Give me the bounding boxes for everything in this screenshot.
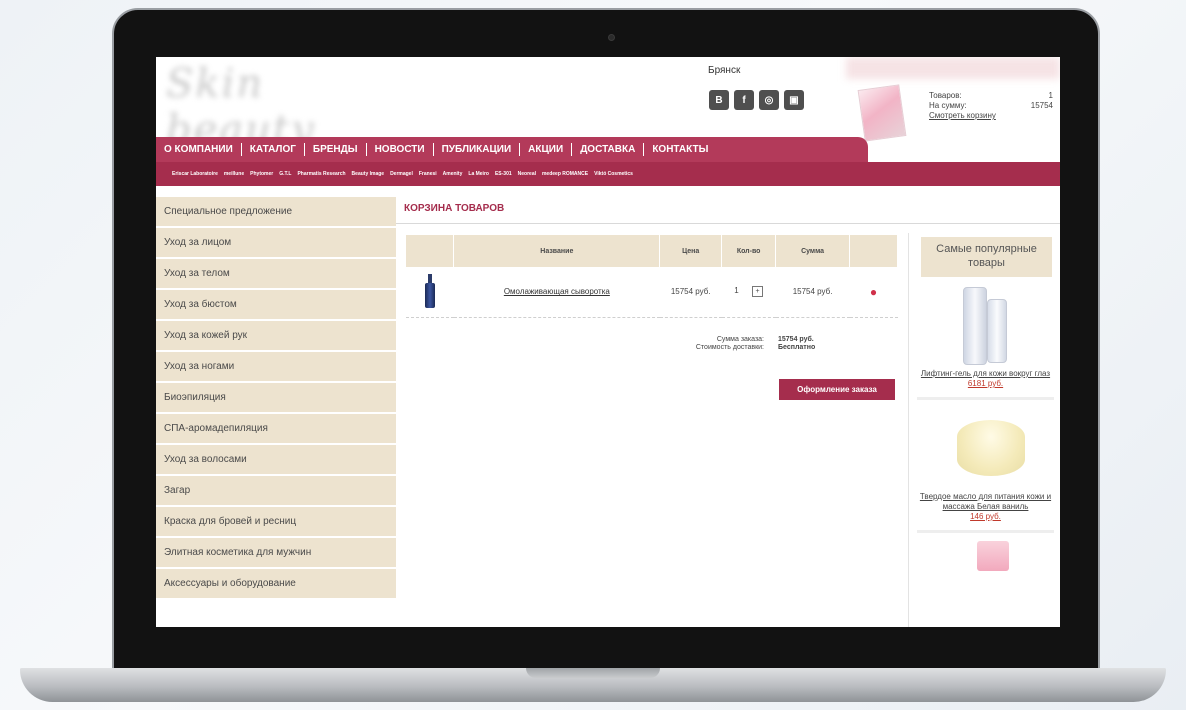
order-sum-value: 15754 руб.	[778, 336, 814, 343]
brand-link[interactable]: Eriscar Laboratoire	[172, 171, 218, 177]
delivery-label: Стоимость доставки:	[695, 344, 764, 351]
category-sidebar: Специальное предложение Уход за лицом Ух…	[156, 197, 396, 600]
item-price: 15754 руб.	[659, 267, 722, 318]
item-qty-cell: 1 +	[721, 267, 776, 318]
order-sum-label: Сумма заказа:	[716, 336, 764, 343]
brand-link[interactable]: Amenity	[443, 171, 463, 177]
qty-stepper[interactable]: +	[752, 286, 764, 298]
sidebar-item-bio-epilation[interactable]: Биоэпиляция	[156, 383, 396, 412]
nav-item-news[interactable]: НОВОСТИ	[367, 143, 434, 156]
brand-link[interactable]: Dermagel	[390, 171, 413, 177]
cart-product-image	[857, 84, 907, 142]
brand-link[interactable]: meillune	[224, 171, 244, 177]
browser-screen: Skin beauty Брянск В f ◎ ▣ Товаров: 1 На …	[156, 57, 1060, 627]
brand-link[interactable]: Beauty Image	[352, 171, 385, 177]
brand-link[interactable]: Neoreal	[518, 171, 536, 177]
table-header-qty: Кол-во	[721, 235, 777, 267]
brand-bar: Eriscar Laboratoire meillune Phytomer G.…	[156, 162, 1060, 186]
cart-sum-value: 15754	[1030, 101, 1053, 110]
header-phone-blur	[846, 57, 1060, 79]
table-header-image	[406, 235, 455, 267]
brand-link[interactable]: Viktó Cosmetics	[594, 171, 633, 177]
sidebar-item-special-offer[interactable]: Специальное предложение	[156, 197, 396, 226]
vk-icon[interactable]: В	[709, 90, 729, 110]
odnoklassniki-icon[interactable]: ◎	[759, 90, 779, 110]
product-image[interactable]	[917, 400, 1054, 492]
product-image[interactable]	[917, 277, 1054, 369]
popular-item: Лифтинг-гель для кожи вокруг глаз 6181 р…	[917, 277, 1054, 400]
brand-link[interactable]: Franesi	[419, 171, 437, 177]
qty-value[interactable]: 1	[734, 286, 738, 295]
delivery-value: Бесплатно	[778, 344, 816, 351]
title-divider	[396, 223, 1060, 224]
product-image[interactable]	[917, 533, 1054, 625]
popular-item-price[interactable]: 146 руб.	[917, 512, 1054, 522]
popular-item-link[interactable]: Лифтинг-гель для кожи вокруг глаз	[917, 369, 1054, 379]
camera-icon	[608, 34, 615, 41]
item-sum: 15754 руб.	[775, 267, 850, 318]
brand-link[interactable]: medeep ROMANCE	[542, 171, 588, 177]
facebook-icon[interactable]: f	[734, 90, 754, 110]
laptop-notch	[526, 668, 660, 678]
brand-link[interactable]: Phytomer	[250, 171, 273, 177]
cart-sum-label: На сумму:	[929, 101, 967, 110]
main-nav: О КОМПАНИИ КАТАЛОГ БРЕНДЫ НОВОСТИ ПУБЛИК…	[156, 137, 868, 162]
popular-item-price[interactable]: 6181 руб.	[917, 379, 1054, 389]
cart-summary: Товаров: 1 На сумму: 15754 Смотреть корзин…	[929, 91, 1053, 120]
table-header-name: Название	[453, 235, 661, 267]
popular-item-link[interactable]: Твердое масло для питания кожи и массажа…	[917, 492, 1054, 512]
brand-link[interactable]: Pharmatis Research	[297, 171, 345, 177]
popular-item: Твердое масло для питания кожи и массажа…	[917, 400, 1054, 533]
sidebar-item-accessories[interactable]: Аксессуары и оборудование	[156, 569, 396, 598]
site-logo[interactable]: Skin beauty	[166, 61, 416, 153]
table-header-remove	[849, 235, 898, 267]
sidebar-item-brow-dye[interactable]: Краска для бровей и ресниц	[156, 507, 396, 536]
remove-item-icon[interactable]: ●	[870, 285, 877, 299]
popular-title: Самые популярные товары	[921, 237, 1052, 277]
brand-link[interactable]: G.T.L	[279, 171, 291, 177]
nav-item-company[interactable]: О КОМПАНИИ	[156, 143, 242, 156]
nav-item-delivery[interactable]: ДОСТАВКА	[572, 143, 645, 156]
mail-icon[interactable]: ▣	[784, 90, 804, 110]
nav-item-promotions[interactable]: АКЦИИ	[520, 143, 573, 156]
order-totals: Сумма заказа: 15754 руб. Стоимость достав…	[656, 336, 848, 352]
social-links: В f ◎ ▣	[709, 90, 804, 110]
cart-table: Название Цена Кол-во Сумма Омолаживающая…	[406, 235, 898, 318]
nav-item-catalog[interactable]: КАТАЛОГ	[242, 143, 305, 156]
page-title: КОРЗИНА ТОВАРОВ	[404, 203, 505, 214]
nav-item-brands[interactable]: БРЕНДЫ	[305, 143, 367, 156]
popular-products: Самые популярные товары Лифтинг-гель для…	[908, 233, 1060, 627]
product-thumbnail[interactable]	[406, 267, 454, 318]
checkout-button[interactable]: Оформление заказа	[779, 379, 895, 400]
table-row: Омолаживающая сыворотка 15754 руб. 1 + 1…	[406, 267, 898, 318]
brand-link[interactable]: ES-301	[495, 171, 512, 177]
product-link[interactable]: Омолаживающая сыворотка	[504, 287, 610, 296]
sidebar-item-hand-care[interactable]: Уход за кожей рук	[156, 321, 396, 350]
table-header-price: Цена	[659, 235, 723, 267]
city-selector[interactable]: Брянск	[708, 65, 740, 76]
sidebar-item-bust-care[interactable]: Уход за бюстом	[156, 290, 396, 319]
nav-item-contacts[interactable]: КОНТАКТЫ	[644, 143, 716, 156]
sidebar-item-face-care[interactable]: Уход за лицом	[156, 228, 396, 257]
brand-link[interactable]: La Meiro	[468, 171, 489, 177]
view-cart-link[interactable]: Смотреть корзину	[929, 111, 996, 120]
sidebar-item-tanning[interactable]: Загар	[156, 476, 396, 505]
table-header-sum: Сумма	[775, 235, 851, 267]
sidebar-item-foot-care[interactable]: Уход за ногами	[156, 352, 396, 381]
sidebar-item-men-cosmetics[interactable]: Элитная косметика для мужчин	[156, 538, 396, 567]
popular-item	[917, 533, 1054, 625]
sidebar-item-hair-care[interactable]: Уход за волосами	[156, 445, 396, 474]
sidebar-item-body-care[interactable]: Уход за телом	[156, 259, 396, 288]
nav-item-publications[interactable]: ПУБЛИКАЦИИ	[434, 143, 521, 156]
sidebar-item-spa-depilation[interactable]: СПА-аромадепиляция	[156, 414, 396, 443]
cart-items-value: 1	[1048, 91, 1053, 100]
cart-items-label: Товаров:	[929, 91, 962, 100]
serum-bottle-image	[424, 273, 435, 308]
